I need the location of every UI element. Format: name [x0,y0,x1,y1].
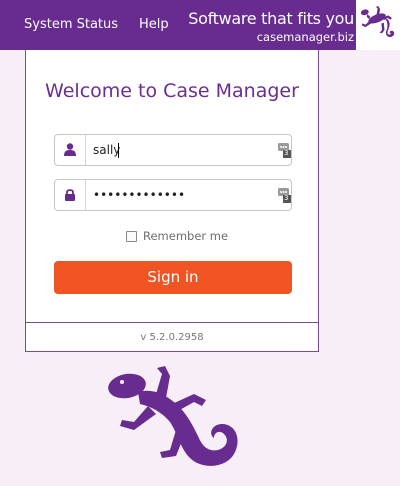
gecko-logo [102,366,242,485]
password-manager-icon[interactable]: 3 [278,187,291,203]
key-badge-count: 3 [284,194,289,202]
username-input[interactable] [93,142,268,158]
page-title: Welcome to Case Manager [45,80,299,102]
version-text: v 5.2.0.2958 [140,332,204,343]
lock-icon [55,180,86,210]
username-field[interactable]: 3 [54,134,292,166]
password-manager-icon[interactable]: 3 [278,142,291,158]
brand-tagline: Software that fits you [188,9,354,28]
login-card: Welcome to Case Manager 3 [25,50,319,352]
password-field[interactable]: 3 [54,179,292,211]
password-input[interactable] [93,187,268,203]
brand-domain: casemanager.biz [256,30,354,44]
login-form: Welcome to Case Manager 3 [26,50,318,323]
nav-help-link[interactable]: Help [139,17,169,32]
user-icon [55,135,86,165]
top-bar: System Status Help Software that fits yo… [0,0,400,50]
gecko-logo-icon [360,6,395,38]
brand-logo [356,0,400,50]
text-cursor [118,143,119,158]
remember-me-checkbox[interactable] [126,231,137,242]
key-badge-count: 3 [284,149,289,157]
gecko-mascot-icon [108,366,238,466]
nav-system-status-link[interactable]: System Status [24,17,118,32]
sign-in-button[interactable]: Sign in [54,261,292,294]
remember-me-label[interactable]: Remember me [143,229,228,243]
